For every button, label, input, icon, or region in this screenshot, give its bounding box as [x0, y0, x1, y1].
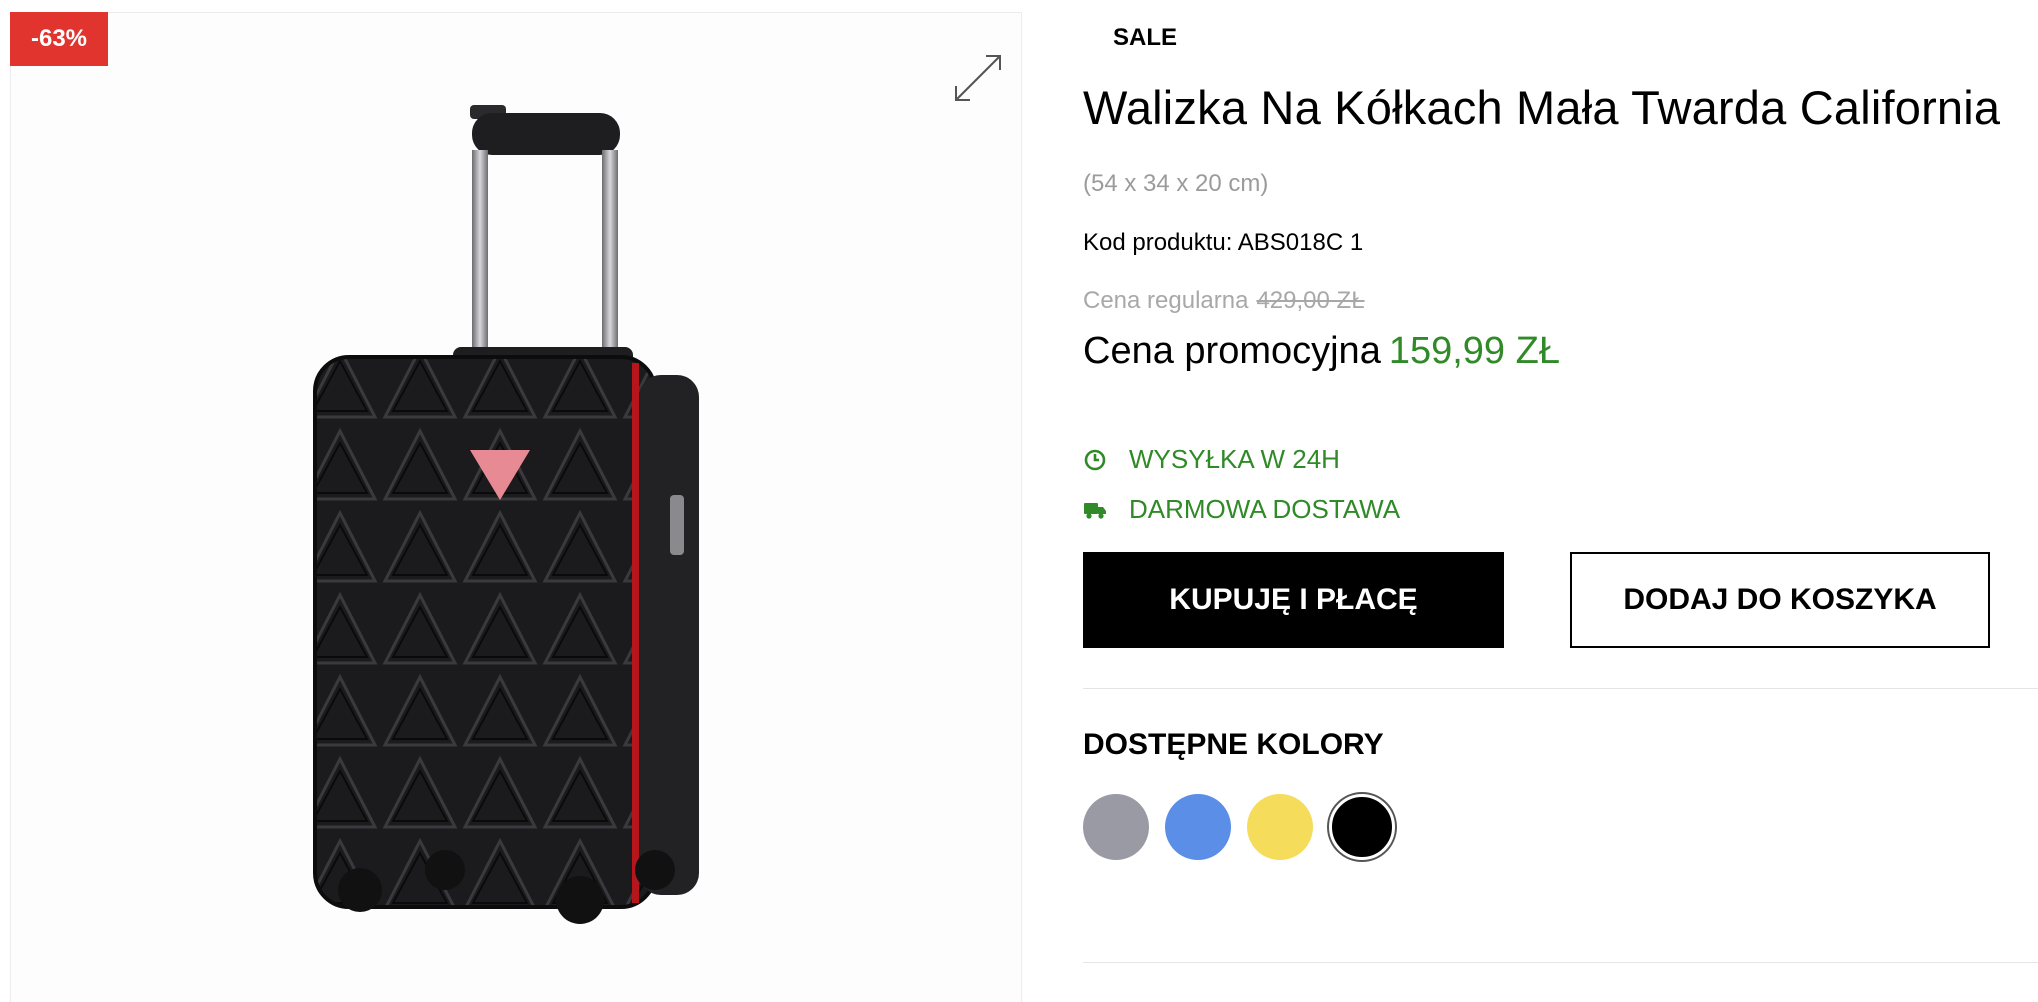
color-swatches [1083, 794, 1395, 860]
promo-price-value: 159,99 ZŁ [1388, 330, 1560, 372]
color-swatch-blue[interactable] [1165, 794, 1231, 860]
category-label: SALE [1113, 24, 1178, 51]
divider [1083, 688, 2038, 689]
promo-price-label: Cena promocyjna [1083, 330, 1381, 372]
clock-icon [1083, 448, 1107, 472]
divider [1083, 962, 2038, 963]
product-dimensions: (54 x 34 x 20 cm) [1083, 170, 1269, 197]
regular-price-value: 429,00 ZŁ [1256, 287, 1365, 314]
expand-icon[interactable] [950, 50, 1006, 106]
regular-price-label: Cena regularna [1083, 287, 1249, 314]
feature-shipping-24h: WYSYŁKA W 24H [1083, 444, 1340, 475]
promo-price-row: Cena promocyjna 159,99 ZŁ [1083, 330, 1560, 373]
add-to-cart-button[interactable]: DODAJ DO KOSZYKA [1570, 552, 1990, 648]
discount-badge: -63% [10, 12, 108, 66]
product-image[interactable] [300, 95, 720, 945]
buy-now-button[interactable]: KUPUJĘ I PŁACĘ [1083, 552, 1504, 648]
feature-label: DARMOWA DOSTAWA [1129, 494, 1401, 524]
color-swatch-grey[interactable] [1083, 794, 1149, 860]
feature-free-delivery: DARMOWA DOSTAWA [1083, 494, 1400, 525]
color-swatch-yellow[interactable] [1247, 794, 1313, 860]
truck-icon [1083, 498, 1107, 522]
feature-label: WYSYŁKA W 24H [1129, 444, 1340, 474]
product-code: Kod produktu: ABS018C 1 [1083, 229, 1364, 256]
product-title: Walizka Na Kółkach Mała Twarda Californi… [1083, 81, 2001, 134]
add-to-cart-label: DODAJ DO KOSZYKA [1623, 583, 1937, 616]
colors-title: DOSTĘPNE KOLORY [1083, 728, 1384, 761]
discount-badge-label: -63% [30, 25, 88, 52]
color-swatch-black[interactable] [1329, 794, 1395, 860]
regular-price-row: Cena regularna 429,00 ZŁ [1083, 287, 1365, 315]
buy-now-label: KUPUJĘ I PŁACĘ [1169, 583, 1418, 616]
